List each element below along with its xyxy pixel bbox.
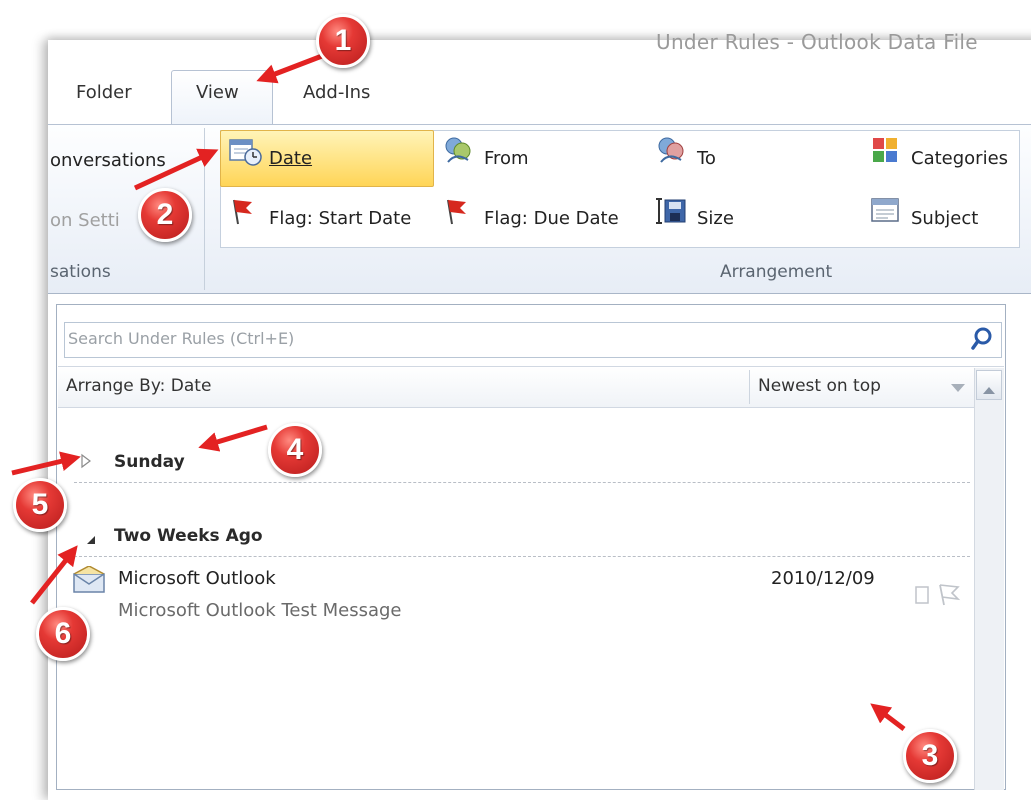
chevron-up-icon bbox=[982, 380, 996, 399]
expand-triangle-icon[interactable] bbox=[80, 453, 92, 473]
callout-2: 2 bbox=[138, 188, 192, 242]
envelope-icon bbox=[72, 565, 106, 598]
callout-3: 3 bbox=[903, 729, 957, 783]
arrange-to-button[interactable]: To bbox=[697, 148, 716, 169]
collapse-triangle-icon[interactable] bbox=[86, 530, 96, 549]
tab-view[interactable]: View bbox=[196, 82, 239, 103]
calendar-clock-icon bbox=[229, 137, 263, 171]
window-title: Under Rules - Outlook Data File bbox=[656, 30, 978, 54]
people-icon bbox=[442, 136, 476, 170]
callout-6: 6 bbox=[36, 607, 90, 661]
message-sender[interactable]: Microsoft Outlook bbox=[118, 568, 276, 589]
search-placeholder: Search Under Rules (Ctrl+E) bbox=[68, 329, 295, 348]
subject-icon bbox=[870, 196, 902, 230]
group-divider bbox=[74, 482, 970, 483]
arrange-size-button[interactable]: Size bbox=[697, 208, 734, 229]
callout-1: 1 bbox=[316, 14, 370, 68]
flag-icon bbox=[442, 196, 472, 230]
flag-outline-icon[interactable] bbox=[936, 582, 962, 612]
message-date: 2010/12/09 bbox=[771, 568, 875, 589]
search-icon[interactable] bbox=[970, 326, 994, 356]
arrange-date-button[interactable]: Date bbox=[269, 148, 312, 169]
group-header-two-weeks-ago[interactable]: Two Weeks Ago bbox=[114, 526, 263, 546]
conversations-group-label: sations bbox=[50, 262, 111, 282]
arrangement-group-label: Arrangement bbox=[720, 262, 833, 282]
group-header-sunday[interactable]: Sunday bbox=[114, 452, 185, 472]
group-divider bbox=[74, 556, 970, 557]
people-icon bbox=[655, 136, 689, 170]
arrange-flag-due-date-button[interactable]: Flag: Due Date bbox=[484, 208, 619, 229]
categories-icon bbox=[871, 136, 901, 170]
category-box-icon[interactable] bbox=[914, 584, 932, 610]
arrange-by-label[interactable]: Arrange By: Date bbox=[66, 376, 211, 396]
group-separator bbox=[204, 128, 205, 290]
flag-icon bbox=[228, 196, 258, 230]
callout-4: 4 bbox=[268, 423, 322, 477]
callout-5: 5 bbox=[13, 478, 67, 532]
size-icon bbox=[656, 196, 688, 230]
arrange-subject-button[interactable]: Subject bbox=[911, 208, 978, 229]
tab-folder[interactable]: Folder bbox=[76, 82, 132, 103]
tab-add-ins[interactable]: Add-Ins bbox=[303, 82, 370, 103]
scrollbar[interactable] bbox=[974, 368, 1004, 790]
sort-dropdown-icon[interactable] bbox=[950, 378, 966, 397]
message-subject[interactable]: Microsoft Outlook Test Message bbox=[118, 600, 402, 621]
column-separator bbox=[749, 370, 750, 404]
sort-order-label[interactable]: Newest on top bbox=[758, 376, 881, 396]
arrange-categories-button[interactable]: Categories bbox=[911, 148, 1008, 169]
arrange-flag-start-date-button[interactable]: Flag: Start Date bbox=[269, 208, 411, 229]
conversation-settings-button[interactable]: on Setti bbox=[50, 210, 120, 231]
show-as-conversations-button[interactable]: onversations bbox=[50, 150, 166, 171]
arrange-from-button[interactable]: From bbox=[484, 148, 529, 169]
